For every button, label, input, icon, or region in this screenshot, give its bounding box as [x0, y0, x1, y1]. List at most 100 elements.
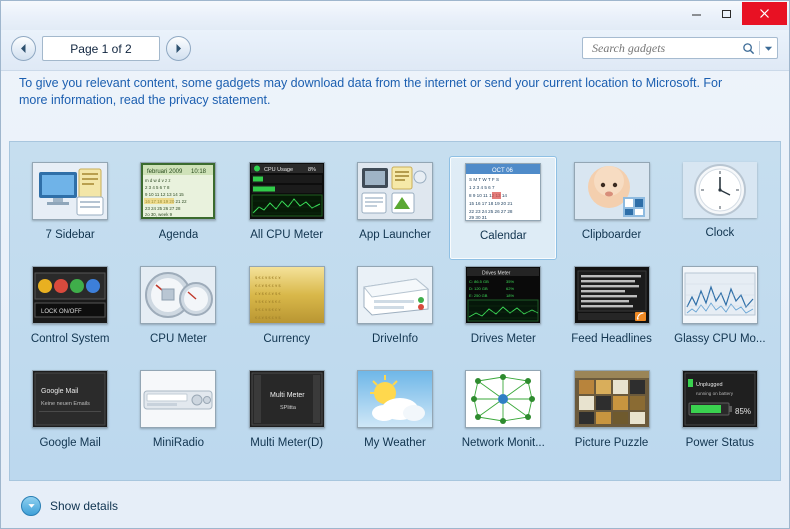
svg-text:$ € £ ¥ $ € £ ¥: $ € £ ¥ $ € £ ¥ [255, 275, 281, 280]
svg-text:62%: 62% [506, 286, 514, 291]
gadget-item-driveinfo[interactable]: DriveInfo [341, 260, 449, 364]
search-icon[interactable] [742, 42, 755, 55]
gadget-label: Clipboarder [582, 229, 641, 241]
cpu-gauge-thumb [140, 266, 216, 324]
svg-text:running on battery: running on battery [696, 391, 734, 396]
next-page-button[interactable] [166, 36, 191, 61]
gadget-item-miniradio[interactable]: MiniRadio [124, 364, 232, 468]
gadget-label: 7 Sidebar [46, 229, 95, 241]
show-details-toggle[interactable] [21, 496, 41, 516]
gadget-item-calendar[interactable]: OCT 06 S M T W T F S 1 2 3 4 5 6 7 8 9 1… [449, 156, 557, 260]
gadget-label: Power Status [686, 437, 754, 449]
gadget-label: Picture Puzzle [575, 437, 649, 449]
calendar-agenda-thumb: februari 2009 10:18 m d w d v z z 2 3 4 … [140, 162, 216, 220]
close-button[interactable] [742, 2, 787, 25]
drives-meter-thumb: Drives Meter C: 86.5 GB 35% D: 120 GB 62… [465, 266, 541, 324]
gadget-item-feed-headlines[interactable]: Feed Headlines [557, 260, 665, 364]
multi-meter-thumb: Multi Meter SPlitta [249, 370, 325, 428]
gadget-label: App Launcher [359, 229, 431, 241]
gadget-item-currency[interactable]: $ € £ ¥ $ € £ ¥ € £ ¥ $ € £ ¥ $ £ ¥ $ € … [233, 260, 341, 364]
sidebar-gadget-thumb [32, 162, 108, 220]
previous-page-button[interactable] [11, 36, 36, 61]
gadget-label: Multi Meter(D) [250, 437, 323, 449]
svg-text:10:18: 10:18 [191, 169, 207, 175]
chevron-down-icon[interactable] [764, 44, 773, 53]
page-indicator: Page 1 of 2 [42, 36, 160, 61]
gadget-item-all-cpu-meter[interactable]: CPU Usage 8% [233, 156, 341, 260]
svg-text:1 2 3 4 5 6 7: 1 2 3 4 5 6 7 [469, 185, 495, 190]
calendar-thumb: OCT 06 S M T W T F S 1 2 3 4 5 6 7 8 9 1… [465, 163, 541, 221]
svg-text:9 10 11 12 13 14 15: 9 10 11 12 13 14 15 [145, 192, 184, 197]
svg-text:Drives Meter: Drives Meter [482, 271, 511, 277]
app-launcher-thumb [357, 162, 433, 220]
maximize-button[interactable] [712, 3, 741, 25]
picture-puzzle-thumb [574, 370, 650, 428]
currency-thumb: $ € £ ¥ $ € £ ¥ € £ ¥ $ € £ ¥ $ £ ¥ $ € … [249, 266, 325, 324]
search-gadgets-box[interactable] [582, 37, 778, 59]
gadget-item-clock[interactable]: Clock [666, 156, 774, 260]
svg-text:Unplugged: Unplugged [696, 382, 723, 388]
gadget-label: Clock [705, 227, 734, 239]
svg-text:85%: 85% [735, 407, 751, 416]
clipboarder-thumb [574, 162, 650, 220]
title-bar [1, 1, 789, 31]
svg-text:€ £ ¥ $ € £ ¥ $: € £ ¥ $ € £ ¥ $ [255, 315, 281, 320]
svg-text:8%: 8% [308, 167, 316, 173]
svg-text:Keine neuen Emails: Keine neuen Emails [41, 401, 90, 407]
gadget-item-cpu-meter[interactable]: CPU Meter [124, 260, 232, 364]
gadget-grid: 7 Sidebar februari 2009 10:18 m d w d v … [10, 142, 780, 468]
svg-text:OCT 06: OCT 06 [492, 168, 514, 174]
gadget-item-my-weather[interactable]: My Weather [341, 364, 449, 468]
svg-text:Multi Meter: Multi Meter [270, 392, 305, 399]
weather-thumb [357, 370, 433, 428]
svg-text:SPlitta: SPlitta [280, 405, 297, 411]
gadget-label: Google Mail [39, 437, 100, 449]
gadget-label: DriveInfo [372, 333, 418, 345]
chevron-down-icon [27, 501, 36, 510]
svg-text:2 3 4 5 6 7 8: 2 3 4 5 6 7 8 [145, 185, 170, 190]
analog-clock-thumb [683, 162, 757, 218]
chevron-right-icon [174, 43, 183, 54]
svg-text:35%: 35% [506, 279, 514, 284]
gadget-item-app-launcher[interactable]: App Launcher [341, 156, 449, 260]
svg-text:LOCK ON/OFF: LOCK ON/OFF [41, 309, 82, 315]
gadget-item-picture-puzzle[interactable]: Picture Puzzle [557, 364, 665, 468]
svg-text:22 23 24 25 26 27 28: 22 23 24 25 26 27 28 [469, 209, 513, 214]
gadget-item-clipboarder[interactable]: Clipboarder [557, 156, 665, 260]
svg-text:8 9 10 11 12 13 14: 8 9 10 11 12 13 14 [469, 193, 507, 198]
privacy-statement-link[interactable]: privacy statement [169, 93, 267, 107]
control-system-thumb: LOCK ON/OFF [32, 266, 108, 324]
gadget-item-glassy-cpu-monitor[interactable]: Glassy CPU Mo... [666, 260, 774, 364]
show-details-label[interactable]: Show details [50, 499, 118, 513]
privacy-notice: To give you relevant content, some gadge… [19, 75, 749, 109]
gadget-label: CPU Meter [150, 333, 207, 345]
gadget-label: Feed Headlines [571, 333, 652, 345]
gadget-item-control-system[interactable]: LOCK ON/OFF Control System [16, 260, 124, 364]
gadget-label: Drives Meter [471, 333, 536, 345]
miniradio-thumb [140, 370, 216, 428]
gadget-label: Calendar [480, 230, 527, 242]
gadget-item-multi-meter[interactable]: Multi Meter SPlitta Multi Meter(D) [233, 364, 341, 468]
gadget-item-agenda[interactable]: februari 2009 10:18 m d w d v z z 2 3 4 … [124, 156, 232, 260]
gadget-item-7-sidebar[interactable]: 7 Sidebar [16, 156, 124, 260]
gadget-item-google-mail[interactable]: Google Mail Keine neuen Emails Google Ma… [16, 364, 124, 468]
svg-text:18%: 18% [506, 293, 514, 298]
search-divider [759, 41, 760, 55]
search-box-icons [742, 41, 773, 55]
gadget-label: Currency [263, 333, 310, 345]
chevron-left-icon [19, 43, 28, 54]
gadget-label: Control System [31, 333, 110, 345]
feed-headlines-thumb [574, 266, 650, 324]
power-status-thumb: Unplugged running on battery 85% [682, 370, 758, 428]
footer: Show details [1, 483, 789, 528]
gadget-item-drives-meter[interactable]: Drives Meter C: 86.5 GB 35% D: 120 GB 62… [449, 260, 557, 364]
search-input[interactable] [590, 40, 742, 57]
svg-text:m d w d v z z: m d w d v z z [145, 178, 171, 183]
svg-text:D: 120 GB: D: 120 GB [469, 286, 488, 291]
gadget-gallery-window: Page 1 of 2 To give you relevant content… [0, 0, 790, 529]
minimize-button[interactable] [682, 3, 711, 25]
svg-text:¥ $ € £ ¥ $ € £: ¥ $ € £ ¥ $ € £ [255, 299, 281, 304]
gadget-label: Glassy CPU Mo... [674, 333, 765, 345]
gadget-item-power-status[interactable]: Unplugged running on battery 85% Power S… [666, 364, 774, 468]
gadget-item-network-monitor[interactable]: Network Monit... [449, 364, 557, 468]
